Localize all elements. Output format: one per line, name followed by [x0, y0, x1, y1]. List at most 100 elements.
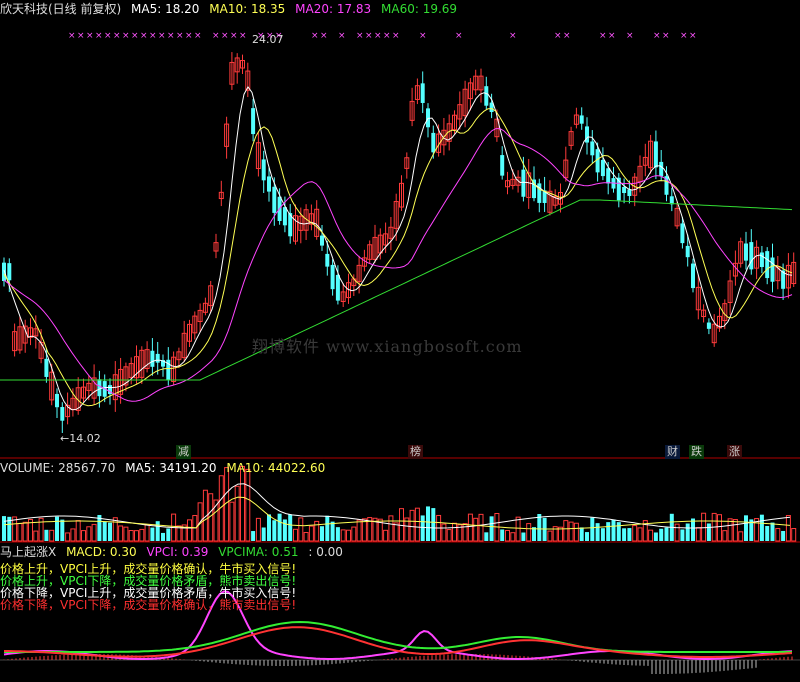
volume-bar: [606, 522, 611, 541]
volume-bar: [785, 515, 791, 542]
volume-bar: [537, 513, 542, 541]
candle-body: [150, 350, 155, 367]
volume-bar: [452, 522, 457, 542]
volume-bar: [261, 527, 266, 541]
candle-body: [691, 263, 695, 289]
volume-bar: [653, 532, 658, 541]
volume-bar: [706, 523, 711, 541]
volume-bar: [484, 532, 489, 541]
volume-bar: [282, 519, 287, 541]
volume-bar: [49, 529, 55, 542]
volume-bar: [462, 523, 468, 542]
candle-body: [55, 393, 59, 408]
signal-marker: ×: [626, 31, 634, 41]
volume-bar: [622, 528, 627, 541]
signal-marker: ×: [77, 31, 85, 41]
volume-bar: [325, 515, 330, 541]
signal-marker: ×: [86, 31, 94, 41]
event-tag-cai[interactable]: 财: [665, 445, 680, 459]
signal-marker: ×: [221, 31, 229, 41]
candle-body: [744, 243, 748, 261]
candle-body: [272, 186, 277, 213]
signal-marker: ×: [104, 31, 112, 41]
event-tag-bang[interactable]: 榜: [408, 445, 423, 459]
candle-body: [579, 115, 584, 124]
volume-bar: [674, 523, 680, 542]
volume-ma10-readout: MA10: 44022.60: [226, 461, 326, 475]
ma10-line: [3, 108, 793, 407]
volume-bar: [245, 468, 251, 542]
volume-bar: [744, 515, 748, 541]
signal-marker: ×: [176, 31, 184, 41]
volume-bar: [150, 527, 155, 541]
volume-bar: [187, 519, 192, 542]
signal-marker: ×: [230, 31, 238, 41]
volume-bar: [547, 530, 553, 542]
signal-marker: ×: [311, 31, 319, 41]
signal-marker: ×: [599, 31, 607, 41]
volume-bar: [277, 513, 282, 541]
signal-marker: ×: [185, 31, 193, 41]
event-tag-die[interactable]: 跌: [689, 445, 704, 459]
volume-bar: [759, 514, 764, 541]
volume-bar: [489, 516, 494, 541]
volume-bar: [526, 523, 532, 542]
candle-body: [267, 176, 271, 192]
volume-bar: [393, 522, 399, 542]
signal-marker: ×: [122, 31, 130, 41]
macd-readout: MACD: 0.30: [66, 545, 137, 559]
signal-marker: ×: [212, 31, 220, 41]
volume-bar: [118, 525, 124, 542]
candle-body: [606, 168, 611, 184]
volume-bar: [573, 522, 579, 542]
volume-bar: [139, 528, 145, 542]
indicator-name: 马上起涨X: [0, 545, 57, 559]
volume-bar: [155, 521, 160, 541]
volume-bar: [81, 530, 86, 542]
event-tag-zhang[interactable]: 涨: [727, 445, 742, 459]
volume-bar: [727, 518, 733, 542]
signal-marker: ×: [680, 31, 688, 41]
candle-body: [627, 189, 632, 197]
volume-bar: [600, 528, 605, 541]
volume-bar: [229, 501, 235, 542]
volume-bar: [431, 508, 436, 541]
candle-body: [500, 155, 505, 176]
volume-bar: [267, 514, 271, 541]
signal-marker: ×: [158, 31, 166, 41]
volume-bar: [55, 516, 59, 541]
volume-bar: [60, 519, 65, 541]
signal-marker: ×: [68, 31, 76, 41]
volume-bar: [659, 528, 664, 541]
candle-body: [706, 322, 711, 329]
volume-bar: [420, 515, 425, 541]
candle-body: [420, 83, 425, 103]
volume-bar: [17, 523, 23, 542]
candle-body: [680, 223, 685, 244]
volume-bar: [75, 520, 81, 542]
volume-bar: [102, 521, 107, 541]
volume-header: VOLUME: 28567.70 MA5: 34191.20 MA10: 440…: [0, 461, 331, 475]
ma20-line: [3, 128, 793, 402]
candle-body: [320, 235, 324, 246]
candle-body: [325, 253, 330, 267]
volume-bar: [701, 512, 707, 542]
volume-bar: [585, 532, 589, 541]
volume-bar: [717, 514, 722, 542]
candle-body: [282, 207, 287, 226]
volume-bar: [632, 525, 638, 542]
volume-bar: [791, 528, 797, 542]
volume-bar: [308, 525, 314, 542]
volume-bar: [340, 529, 346, 542]
signal-marker: ×: [194, 31, 202, 41]
signal-marker: ×: [149, 31, 157, 41]
volume-bar: [505, 530, 510, 542]
volume-bar: [722, 530, 728, 542]
event-tag-jian[interactable]: 减: [176, 445, 191, 459]
candle-body: [659, 161, 664, 177]
volume-bar: [775, 528, 781, 542]
volume-bar: [521, 532, 526, 541]
signal-marker: ×: [239, 31, 247, 41]
signal-marker: ×: [653, 31, 661, 41]
candle-body: [330, 264, 335, 290]
